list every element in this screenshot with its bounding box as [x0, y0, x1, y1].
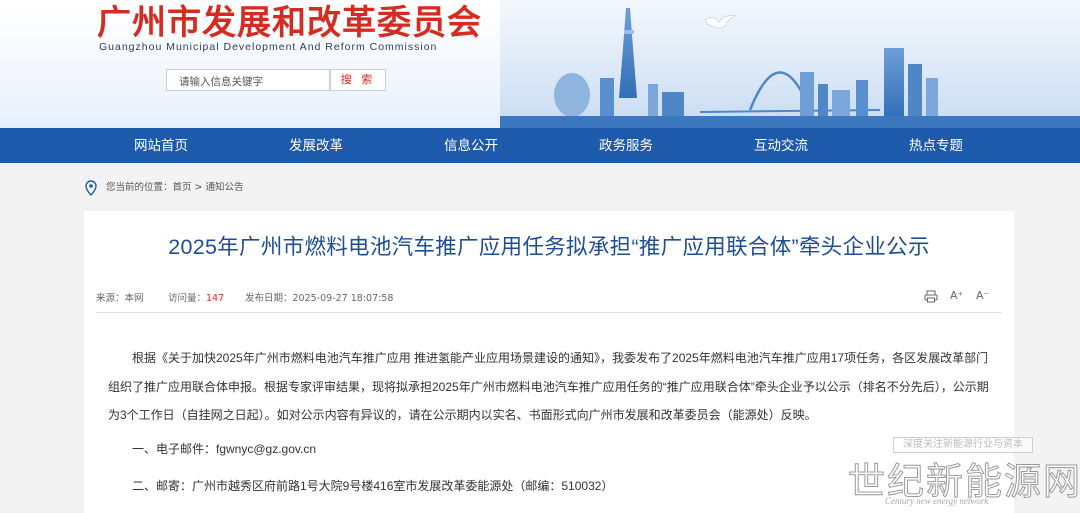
nav-hot-topics[interactable]: 热点专题 [891, 128, 981, 163]
search-button[interactable]: 搜 索 [330, 69, 386, 91]
site-header: 广州市发展和改革委员会 Guangzhou Municipal Developm… [0, 0, 1080, 128]
font-decrease-button[interactable]: A⁻ [976, 289, 989, 302]
article-date: 发布日期：2025-09-27 18:07:58 [245, 293, 394, 304]
contact-mail: 二、邮寄：广州市越秀区府前路1号大院9号楼416室市发展改革委能源处（邮编：51… [132, 479, 614, 493]
article-body: 根据《关于加快2025年广州市燃料电池汽车推广应用 推进氢能产业应用场景建设的通… [108, 351, 989, 422]
nav-government-services[interactable]: 政务服务 [581, 128, 671, 163]
breadcrumb-text[interactable]: 您当前的位置：首页 > 通知公告 [106, 179, 244, 197]
views-count: 147 [206, 293, 225, 304]
article-title: 2025年广州市燃料电池汽车推广应用任务拟承担“推广应用联合体”牵头企业公示 [168, 235, 930, 259]
nav-info-disclosure[interactable]: 信息公开 [426, 128, 516, 163]
article-source: 来源：本网 [96, 293, 144, 304]
watermark-english: Century new energy network [885, 496, 989, 506]
city-skyline-banner [500, 0, 1080, 128]
search-input[interactable]: 请输入信息关键字 [166, 69, 330, 91]
article-tools: A⁺ A⁻ [924, 289, 994, 305]
nav-interaction[interactable]: 互动交流 [736, 128, 826, 163]
meta-divider [96, 312, 1002, 313]
article-views: 访问量：147 [168, 290, 224, 304]
nav-development-reform[interactable]: 发展改革 [271, 128, 361, 163]
site-subtitle: Guangzhou Municipal Development And Refo… [99, 41, 438, 53]
views-label: 访问量： [168, 293, 207, 304]
nav-home[interactable]: 网站首页 [116, 128, 206, 163]
site-title[interactable]: 广州市发展和改革委员会 [97, 3, 482, 43]
contact-email: 一、电子邮件：fgwnyc@gz.gov.cn [132, 442, 317, 456]
main-nav: 网站首页 发展改革 信息公开 政务服务 互动交流 热点专题 [0, 128, 1080, 163]
location-pin-icon [85, 180, 97, 196]
print-icon[interactable] [924, 290, 938, 303]
font-increase-button[interactable]: A⁺ [950, 289, 963, 302]
